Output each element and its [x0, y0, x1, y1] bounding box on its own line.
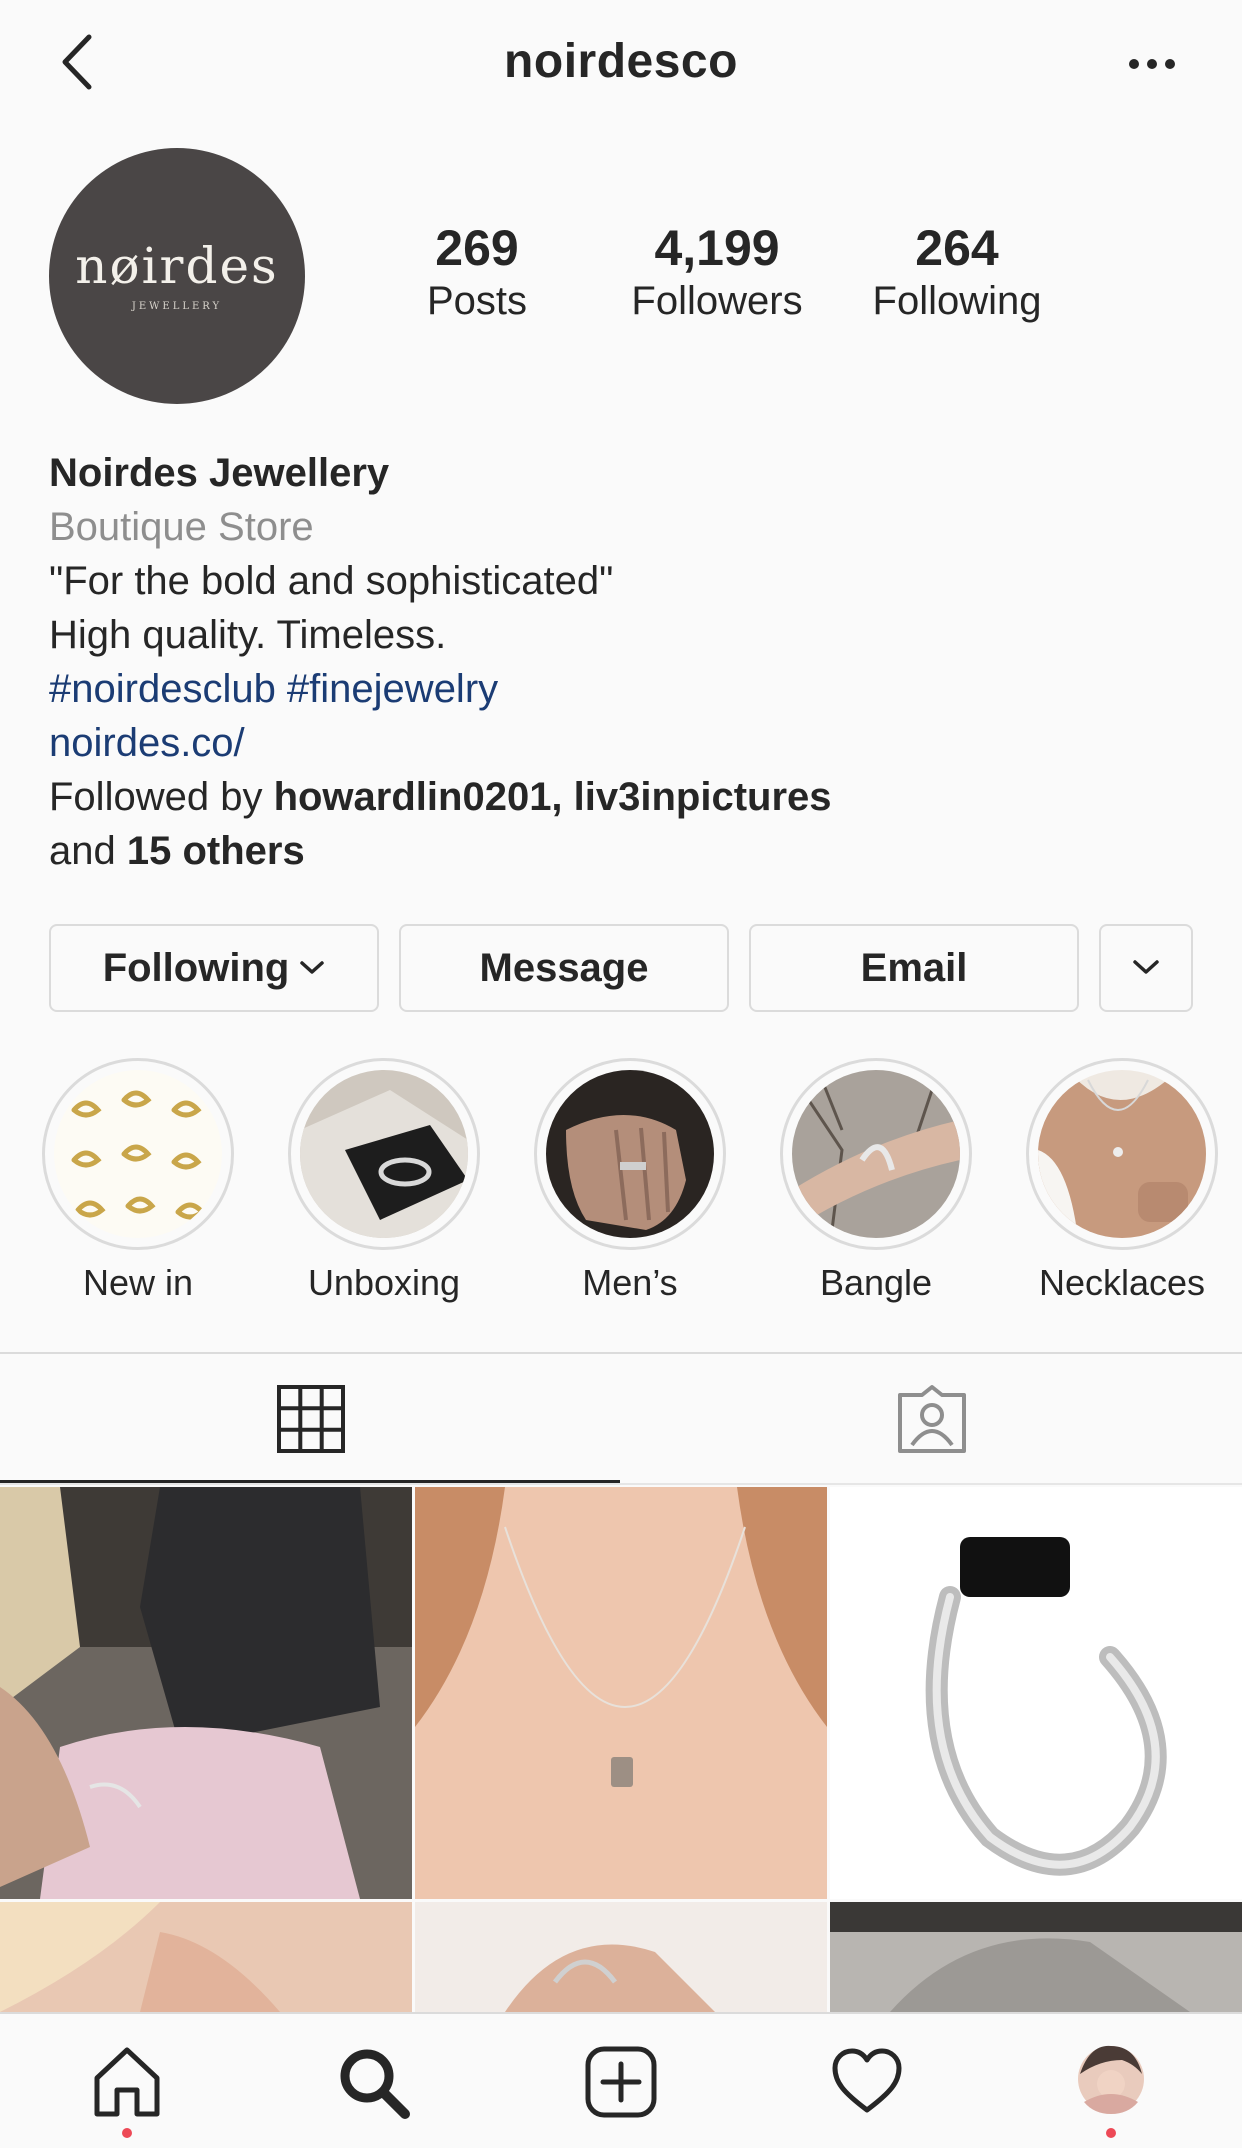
highlight-label: Necklaces — [1038, 1262, 1206, 1303]
avatar-logo-subtitle: JEWELLERY — [131, 300, 223, 312]
stat-posts-count: 269 — [435, 220, 519, 276]
highlight-cover-image — [300, 1070, 468, 1238]
stat-followers[interactable]: 4,199 Followers — [607, 222, 827, 325]
bio-line-2: High quality. Timeless. — [49, 613, 447, 657]
post-thumbnail[interactable] — [415, 1902, 827, 2012]
highlight-ring — [780, 1058, 972, 1250]
message-button-label: Message — [479, 945, 649, 990]
profile-name: Noirdes Jewellery — [49, 451, 390, 495]
profile-bio: Noirdes Jewellery Boutique Store "For th… — [49, 446, 1199, 878]
grid-icon — [276, 1385, 345, 1453]
highlight-bangle[interactable]: Bangle — [776, 1058, 976, 1304]
highlight-mens[interactable]: Men’s — [530, 1058, 730, 1304]
highlight-ring — [288, 1058, 480, 1250]
more-options-button[interactable] — [1122, 44, 1182, 84]
tagged-person-icon — [897, 1385, 966, 1453]
highlight-necklaces[interactable]: Necklaces — [1022, 1058, 1222, 1304]
stat-posts-label: Posts — [426, 278, 528, 323]
post-thumbnail[interactable] — [830, 1487, 1242, 1899]
stat-posts[interactable]: 269 Posts — [367, 222, 587, 325]
highlight-label: Unboxing — [307, 1262, 461, 1303]
following-button[interactable]: Following — [49, 924, 379, 1012]
suggested-accounts-button[interactable] — [1099, 924, 1193, 1012]
highlight-ring — [42, 1058, 234, 1250]
highlight-ring — [534, 1058, 726, 1250]
top-bar: noirdesco — [0, 0, 1242, 130]
followed-by-users: howardlin0201, liv3inpictures — [273, 775, 832, 819]
followed-by-others: 15 others — [126, 829, 305, 873]
email-button[interactable]: Email — [749, 924, 1079, 1012]
highlight-cover-image — [1038, 1070, 1206, 1238]
post-thumbnail[interactable] — [830, 1902, 1242, 2012]
post-thumbnail[interactable] — [415, 1487, 827, 1899]
chevron-down-icon — [1133, 960, 1159, 974]
email-button-label: Email — [860, 945, 968, 990]
bio-hashtags[interactable]: #noirdesclub #finejewelry — [49, 662, 1199, 716]
highlight-label: Bangle — [819, 1262, 933, 1303]
message-button[interactable]: Message — [399, 924, 729, 1012]
highlight-label: New in — [82, 1262, 194, 1303]
profile-avatar[interactable]: nøirdes JEWELLERY — [49, 148, 305, 404]
stat-following-label: Following — [872, 278, 1042, 323]
bottom-navigation — [0, 2012, 1242, 2148]
bio-website-link[interactable]: noirdes.co/ — [49, 716, 1199, 770]
highlight-cover-image — [792, 1070, 960, 1238]
highlight-ring — [1026, 1058, 1218, 1250]
followed-by-prefix: Followed by — [49, 775, 274, 819]
nav-profile[interactable] — [1066, 2044, 1156, 2134]
followed-by-line[interactable]: Followed by howardlin0201, liv3inpicture… — [49, 770, 1199, 824]
followed-by-and: and — [49, 829, 127, 873]
post-thumbnail[interactable] — [0, 1487, 412, 1899]
profile-notification-dot — [1106, 2128, 1116, 2138]
stat-followers-count: 4,199 — [654, 220, 780, 276]
highlight-label: Men’s — [582, 1262, 678, 1303]
highlight-cover-image — [54, 1070, 222, 1238]
chevron-down-icon — [300, 961, 325, 974]
page-title: noirdesco — [504, 35, 738, 88]
tab-posts-grid[interactable] — [0, 1354, 621, 1484]
tab-tagged[interactable] — [621, 1354, 1242, 1484]
more-horizontal-icon — [1129, 59, 1175, 69]
bio-line-1: "For the bold and sophisticated" — [49, 559, 614, 603]
post-thumbnail[interactable] — [0, 1902, 412, 2012]
followed-by-others-line[interactable]: and 15 others — [49, 824, 1199, 878]
nav-search[interactable] — [328, 2044, 418, 2134]
highlight-cover-image — [546, 1070, 714, 1238]
search-icon — [340, 2049, 410, 2119]
user-avatar-icon — [1078, 2045, 1144, 2114]
heart-icon — [832, 2048, 902, 2113]
highlight-new-in[interactable]: New in — [38, 1058, 238, 1304]
highlight-unboxing[interactable]: Unboxing — [284, 1058, 484, 1304]
nav-new-post[interactable] — [576, 2044, 666, 2134]
stat-following[interactable]: 264 Following — [847, 222, 1067, 325]
stat-followers-label: Followers — [631, 278, 803, 323]
nav-home[interactable] — [82, 2044, 172, 2134]
home-icon — [94, 2047, 160, 2117]
grid-divider — [0, 1483, 1242, 1485]
avatar-logo-text: nøirdes — [75, 236, 279, 295]
stat-following-count: 264 — [915, 220, 999, 276]
add-post-icon — [585, 2046, 657, 2118]
following-button-label: Following — [102, 945, 290, 990]
profile-category: Boutique Store — [49, 505, 314, 549]
nav-activity[interactable] — [822, 2044, 912, 2134]
home-notification-dot — [122, 2128, 132, 2138]
